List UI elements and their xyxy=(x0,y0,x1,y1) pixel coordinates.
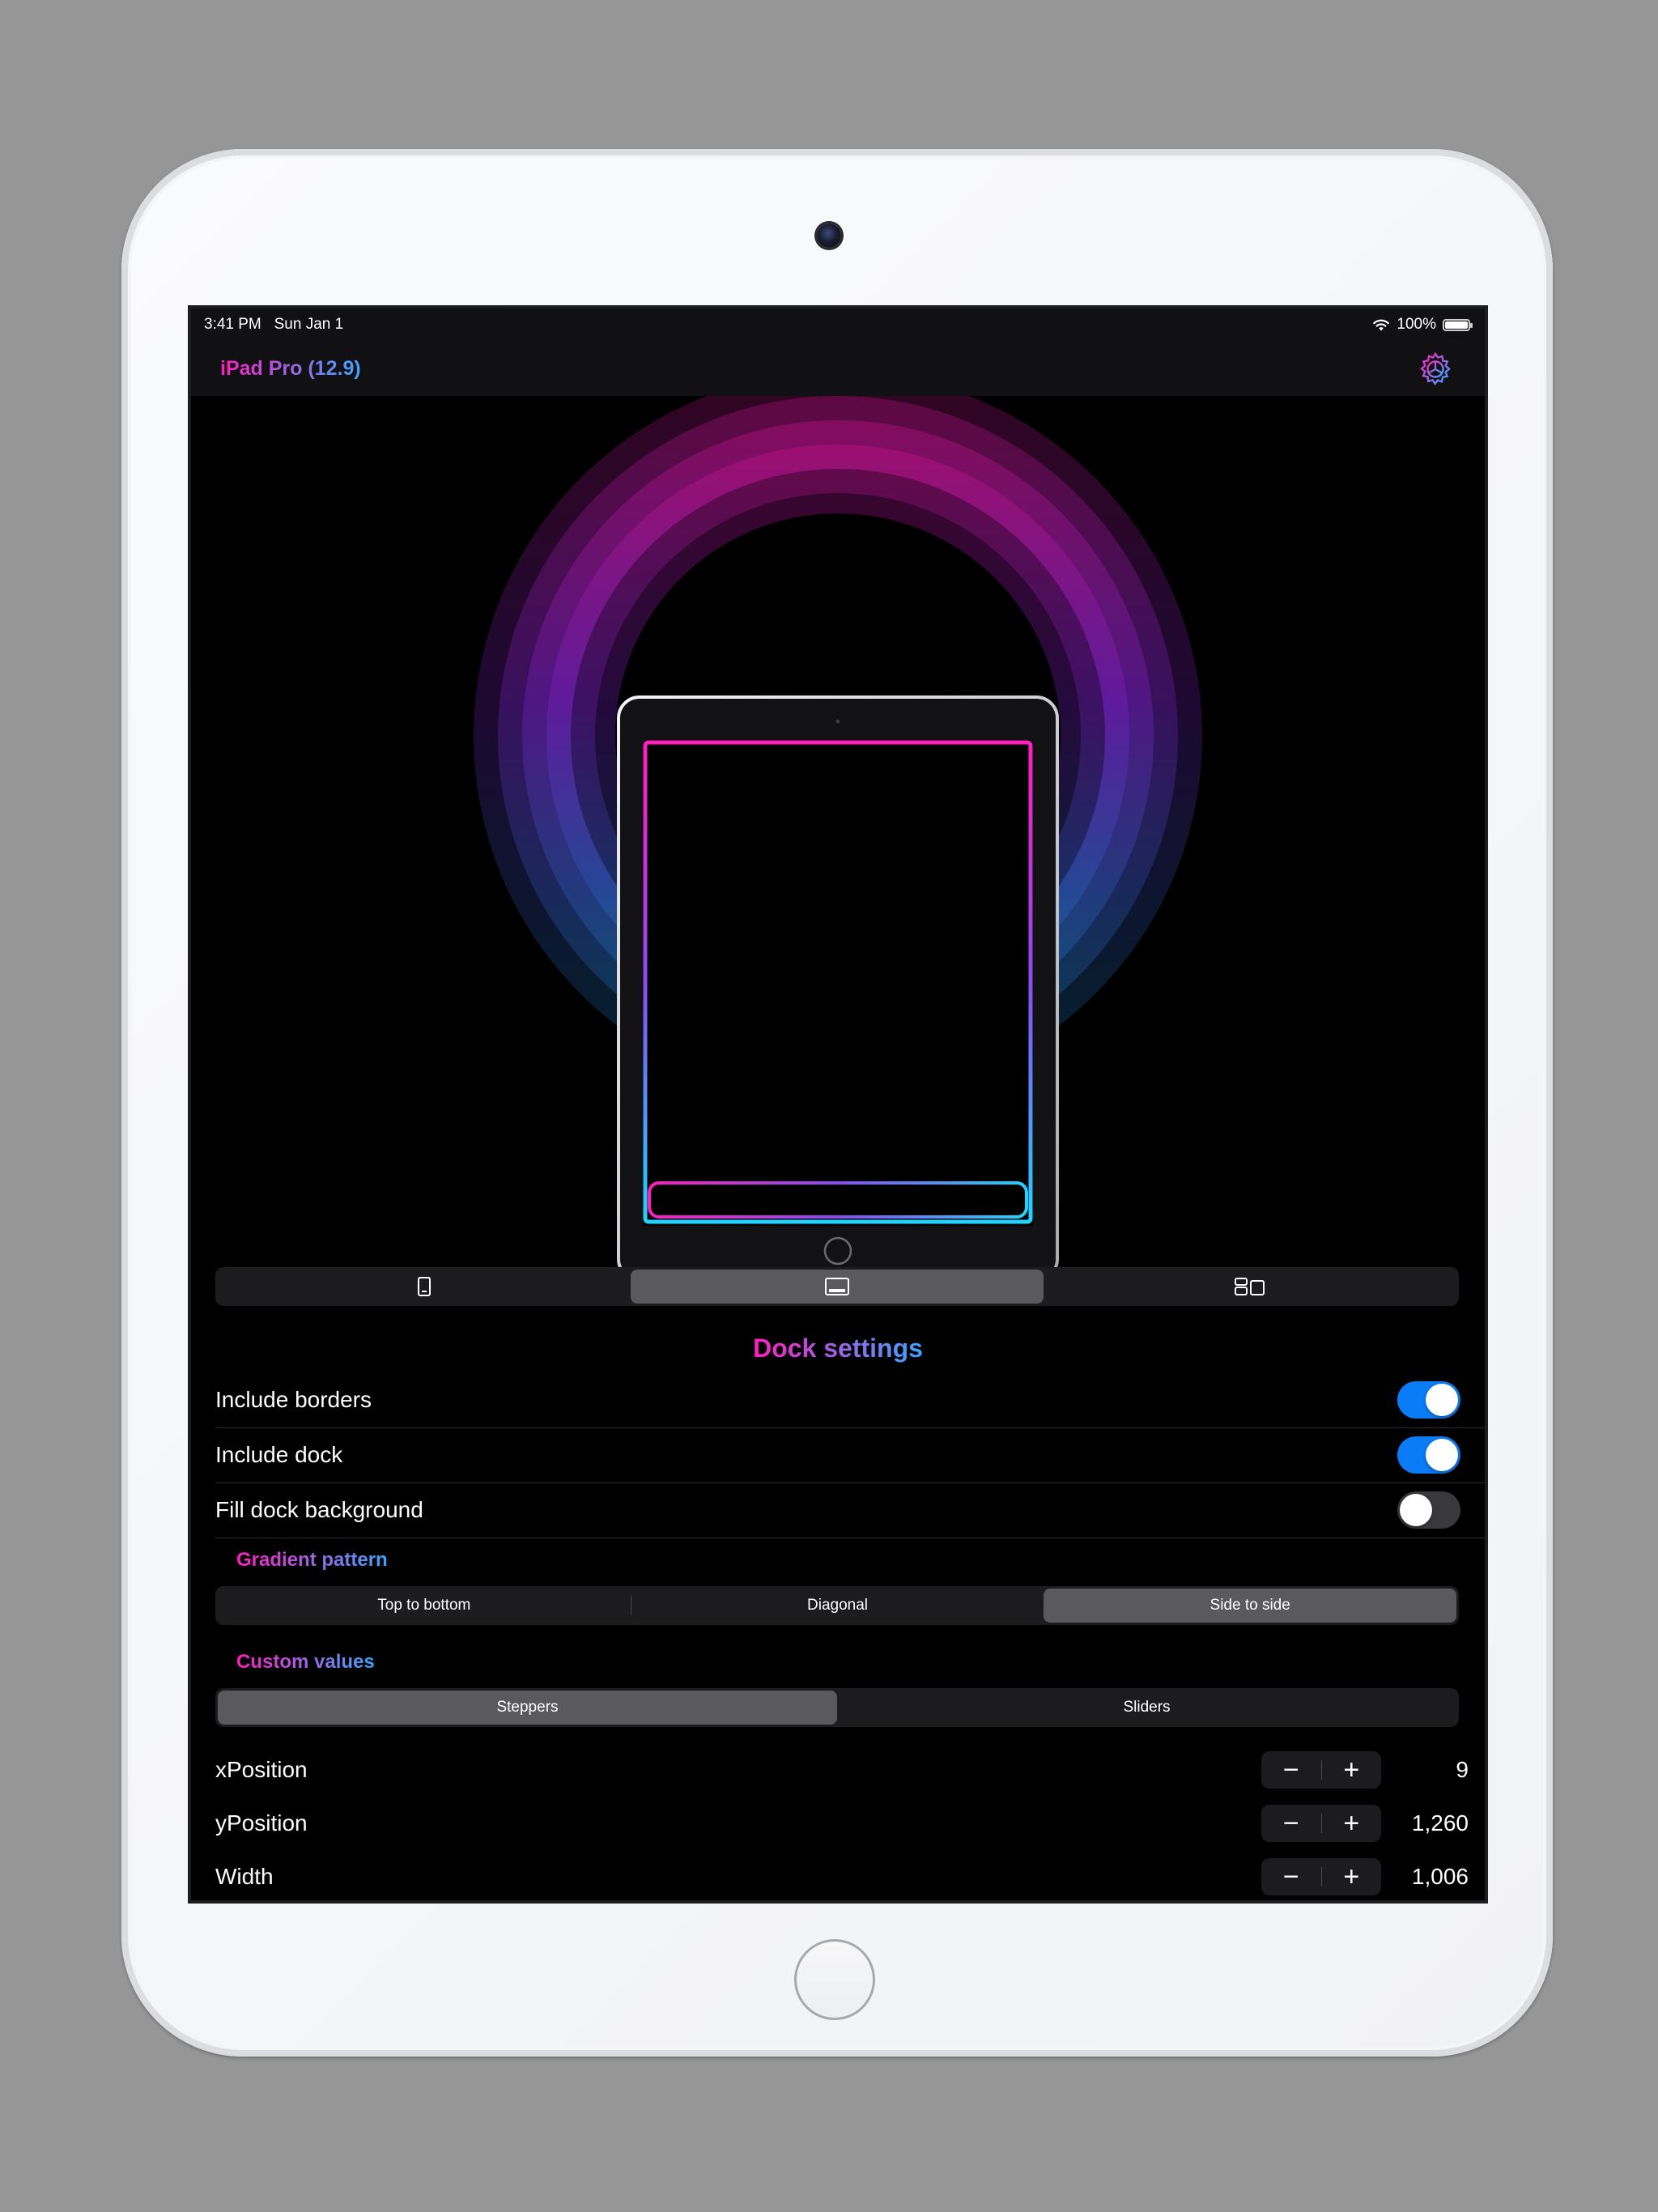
option-top-to-bottom[interactable]: Top to bottom xyxy=(218,1589,631,1623)
app-screen: 3:41 PM Sun Jan 1 100% iPad Pro (12.9) D… xyxy=(191,308,1485,1900)
xposition-stepper: − + xyxy=(1261,1751,1381,1789)
fill-dock-background-label: Fill dock background xyxy=(215,1497,423,1522)
option-side-to-side[interactable]: Side to side xyxy=(1044,1589,1457,1623)
tab-split-view[interactable] xyxy=(1044,1270,1456,1304)
battery-fill xyxy=(1445,321,1468,329)
decrement-button[interactable]: − xyxy=(1261,1805,1321,1842)
stepper-row-xposition: xPosition − + 9 xyxy=(215,1746,1469,1794)
option-sliders[interactable]: Sliders xyxy=(837,1691,1456,1725)
yposition-label: yPosition xyxy=(215,1810,308,1836)
gear-icon[interactable] xyxy=(1417,351,1454,388)
navigation-bar: iPad Pro (12.9) xyxy=(191,341,1485,396)
status-clock: 3:41 PM xyxy=(204,316,261,333)
battery-icon xyxy=(1443,318,1473,331)
dock-settings-title: Dock settings xyxy=(753,1334,923,1363)
fill-dock-background-toggle[interactable] xyxy=(1397,1491,1460,1529)
gradient-pattern-picker: Top to bottom Diagonal Side to side xyxy=(215,1586,1459,1625)
xposition-value: 9 xyxy=(1456,1757,1469,1782)
stepper-row-yposition: yPosition − + 1,260 xyxy=(215,1799,1469,1848)
xposition-label: xPosition xyxy=(215,1757,308,1782)
home-button[interactable] xyxy=(794,1939,875,2020)
option-steppers[interactable]: Steppers xyxy=(218,1691,837,1725)
custom-values-label: Custom values xyxy=(236,1651,375,1673)
device-title: iPad Pro (12.9) xyxy=(220,357,361,380)
row-include-borders: Include borders xyxy=(215,1372,1460,1427)
include-borders-label: Include borders xyxy=(215,1387,372,1412)
increment-button[interactable]: + xyxy=(1322,1858,1382,1895)
gradient-pattern-label: Gradient pattern xyxy=(236,1549,388,1571)
include-dock-label: Include dock xyxy=(215,1442,343,1467)
row-include-dock: Include dock xyxy=(215,1427,1460,1482)
toggle-knob xyxy=(1426,1439,1458,1471)
width-value: 1,006 xyxy=(1411,1864,1469,1889)
tab-ipad-screen[interactable] xyxy=(218,1270,631,1304)
toggle-knob xyxy=(1426,1384,1458,1416)
increment-button[interactable]: + xyxy=(1322,1751,1382,1789)
include-borders-toggle[interactable] xyxy=(1397,1381,1460,1419)
split-view-icon xyxy=(1235,1278,1265,1295)
section-title-dock-settings: Dock settings xyxy=(191,1334,1485,1363)
decrement-button[interactable]: − xyxy=(1261,1858,1321,1895)
preview-mode-tabs xyxy=(215,1267,1459,1306)
toggle-knob xyxy=(1400,1494,1432,1526)
option-diagonal[interactable]: Diagonal xyxy=(631,1589,1044,1623)
front-camera xyxy=(817,223,841,248)
custom-values-header: Custom values xyxy=(236,1651,375,1674)
wifi-icon xyxy=(1373,319,1390,330)
ipad-mockup xyxy=(617,696,1059,1282)
custom-values-picker: Steppers Sliders xyxy=(215,1688,1459,1727)
gradient-pattern-header: Gradient pattern xyxy=(236,1549,388,1572)
width-stepper: − + xyxy=(1261,1858,1381,1895)
status-right: 100% xyxy=(1372,316,1473,334)
ipad-portrait-icon xyxy=(418,1277,431,1296)
row-fill-dock-background: Fill dock background xyxy=(215,1482,1460,1538)
include-dock-toggle[interactable] xyxy=(1397,1436,1460,1474)
status-time: 3:41 PM Sun Jan 1 xyxy=(204,316,343,334)
yposition-value: 1,260 xyxy=(1411,1810,1469,1836)
tab-dock[interactable] xyxy=(631,1270,1044,1304)
width-label: Width xyxy=(215,1864,274,1889)
yposition-stepper: − + xyxy=(1261,1805,1381,1842)
status-bar: 3:41 PM Sun Jan 1 100% xyxy=(191,308,1485,341)
decrement-button[interactable]: − xyxy=(1261,1751,1321,1789)
stepper-row-width: Width − + 1,006 xyxy=(215,1853,1469,1900)
status-date: Sun Jan 1 xyxy=(274,316,344,333)
increment-button[interactable]: + xyxy=(1322,1805,1382,1842)
dock-icon xyxy=(825,1278,849,1295)
battery-percent: 100% xyxy=(1397,316,1436,333)
